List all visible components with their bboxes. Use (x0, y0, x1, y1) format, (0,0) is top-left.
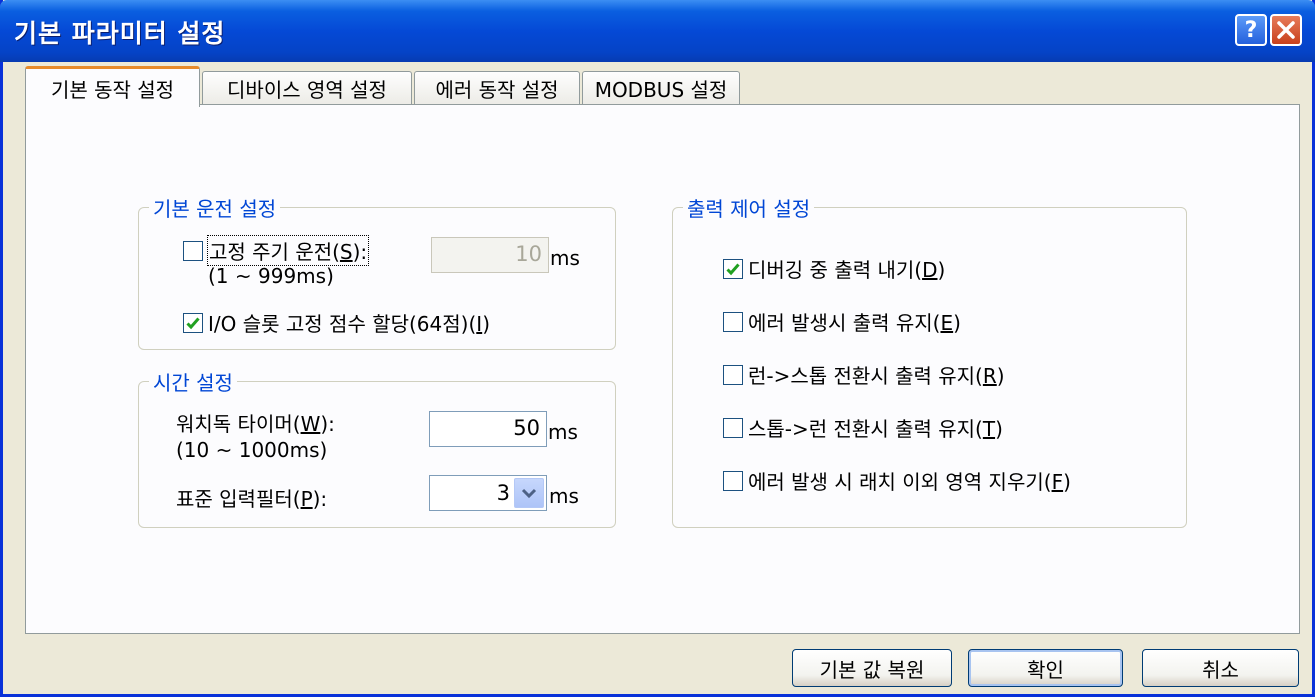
time-group: 시간 설정 워치독 타이머(W): (10 ~ 1000ms) 50 ms 표준… (138, 367, 616, 528)
output-debug-checkbox[interactable]: 디버깅 중 출력 내기(D) (723, 254, 945, 283)
ok-button[interactable]: 확인 (968, 649, 1123, 687)
basic-run-title: 기본 운전 설정 (149, 193, 281, 222)
io-slot-label: I/O 슬롯 고정 점수 할당(64점)(I) (208, 312, 490, 336)
chevron-down-icon (521, 488, 537, 499)
tab-label: 에러 동작 설정 (435, 78, 559, 102)
close-button[interactable] (1270, 14, 1302, 46)
fixed-cycle-label: 고정 주기 운전(S): (206, 235, 370, 266)
help-icon: ? (1244, 17, 1258, 43)
close-icon (1277, 21, 1295, 39)
output-title: 출력 제어 설정 (683, 193, 815, 222)
cancel-button[interactable]: 취소 (1142, 649, 1299, 687)
checkbox-box (723, 258, 743, 279)
title-bar[interactable]: 기본 파라미터 설정 ? (0, 0, 1315, 62)
tab-label: MODBUS 설정 (594, 78, 728, 102)
output-debug-label: 디버깅 중 출력 내기(D) (748, 258, 946, 282)
check-icon (726, 263, 740, 275)
fixed-cycle-range: (1 ~ 999ms) (208, 264, 334, 288)
tab-label: 디바이스 영역 설정 (227, 78, 387, 102)
filter-select[interactable]: 3 (429, 475, 547, 511)
checkbox-box (723, 364, 743, 385)
output-run-stop-label: 런->스톱 전환시 출력 유지(R) (748, 364, 1005, 388)
output-error-hold-label: 에러 발생시 출력 유지(E) (748, 311, 961, 335)
tab-basic-operation[interactable]: 기본 동작 설정 (25, 66, 200, 107)
tab-device-area[interactable]: 디바이스 영역 설정 (202, 71, 412, 105)
fixed-cycle-unit: ms (550, 246, 580, 270)
fixed-cycle-input[interactable]: 10 (431, 237, 549, 273)
filter-label: 표준 입력필터(P): (176, 487, 328, 511)
watchdog-input[interactable]: 50 (429, 411, 547, 447)
check-icon (186, 317, 200, 329)
output-stop-run-checkbox[interactable]: 스톱->런 전환시 출력 유지(T) (723, 413, 1003, 442)
checkbox-box (723, 311, 743, 332)
time-title: 시간 설정 (149, 367, 237, 396)
io-slot-checkbox[interactable]: I/O 슬롯 고정 점수 할당(64점)(I) (183, 308, 490, 337)
output-group: 출력 제어 설정 디버깅 중 출력 내기(D) 에러 발생시 출력 유지(E) … (672, 193, 1187, 528)
checkbox-box (723, 470, 743, 491)
basic-run-group: 기본 운전 설정 고정 주기 운전(S): (1 ~ 999ms) 10 ms … (138, 193, 616, 350)
output-run-stop-checkbox[interactable]: 런->스톱 전환시 출력 유지(R) (723, 360, 1005, 389)
fixed-cycle-checkbox[interactable]: 고정 주기 운전(S): (183, 235, 370, 266)
checkbox-box (183, 312, 203, 333)
filter-unit: ms (549, 484, 579, 508)
tab-modbus[interactable]: MODBUS 설정 (582, 71, 740, 105)
watchdog-label: 워치독 타이머(W): (176, 412, 335, 436)
restore-defaults-label: 기본 값 복원 (819, 657, 925, 682)
dialog-window: 기본 파라미터 설정 ? 기본 동작 설정 디바이스 영역 설정 에러 동작 설… (0, 0, 1315, 697)
tab-error-operation[interactable]: 에러 동작 설정 (414, 71, 580, 105)
filter-value: 3 (496, 481, 510, 505)
tab-panel: 기본 운전 설정 고정 주기 운전(S): (1 ~ 999ms) 10 ms … (25, 104, 1300, 634)
checkbox-box (183, 240, 203, 261)
tab-label: 기본 동작 설정 (50, 77, 175, 102)
output-clear-latch-label: 에러 발생 시 래치 이외 영역 지우기(F) (748, 470, 1071, 494)
checkbox-box (723, 417, 743, 438)
dropdown-button[interactable] (514, 478, 544, 508)
output-stop-run-label: 스톱->런 전환시 출력 유지(T) (748, 417, 1003, 441)
output-error-hold-checkbox[interactable]: 에러 발생시 출력 유지(E) (723, 307, 961, 336)
ok-label: 확인 (1027, 657, 1064, 682)
window-title: 기본 파라미터 설정 (14, 19, 226, 48)
restore-defaults-button[interactable]: 기본 값 복원 (792, 649, 952, 687)
watchdog-unit: ms (548, 420, 578, 444)
help-button[interactable]: ? (1235, 14, 1267, 46)
watchdog-range: (10 ~ 1000ms) (176, 438, 328, 462)
cancel-label: 취소 (1202, 657, 1239, 682)
output-clear-latch-checkbox[interactable]: 에러 발생 시 래치 이외 영역 지우기(F) (723, 466, 1071, 495)
